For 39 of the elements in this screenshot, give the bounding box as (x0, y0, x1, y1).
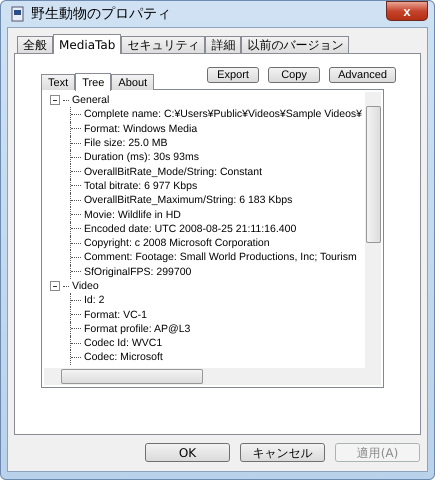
tree-node[interactable]: Video (72, 280, 99, 292)
tree-item[interactable]: Duration (ms): 30s 93ms (84, 151, 199, 164)
tab[interactable]: 詳細 (205, 36, 242, 53)
tree-item[interactable]: Total bitrate: 6 977 Kbps (84, 180, 198, 192)
horizontal-scrollbar[interactable] (44, 368, 365, 385)
tree-item[interactable]: Complete name: C:¥Users¥Public¥Videos¥Sample Videos¥ (84, 108, 362, 120)
tree-item[interactable]: Format profile: AP@L3 (84, 322, 190, 335)
tree-item[interactable]: Format: VC-1 (84, 308, 148, 321)
tab[interactable]: 以前のバージョン (241, 36, 350, 53)
close-button[interactable]: x (386, 1, 428, 21)
tree-item[interactable]: Encoded date: UTC 2008-08-25 21:11:16.400 (84, 222, 296, 235)
tree-item[interactable]: SfOriginalFPS: 299700 (84, 266, 192, 278)
dialog-button[interactable]: OK (145, 443, 230, 462)
collapse-icon[interactable] (50, 95, 60, 106)
tab[interactable]: 全般 (17, 36, 53, 53)
tab[interactable]: セキュリティ (121, 36, 206, 53)
window-title: 野生動物のプロパティ (31, 5, 172, 23)
toolbar-button[interactable]: Advanced (329, 67, 396, 83)
tab[interactable]: About (111, 74, 154, 90)
tree-item[interactable]: Comment: Footage: Small World Productions, Inc; Tourism (84, 251, 357, 264)
tree-item[interactable]: Codec Id: WVC1 (84, 337, 162, 350)
tree-item[interactable]: Codec: Microsoft (84, 351, 163, 364)
tab[interactable]: MediaTab (53, 34, 122, 54)
tree-item[interactable]: Id: 2 (84, 294, 104, 306)
dialog-button[interactable]: キャンセル (240, 443, 325, 462)
toolbar-button[interactable]: Copy (268, 67, 320, 83)
tree-item[interactable]: OverallBitRate_Mode/String: Constant (84, 166, 262, 178)
tree-item[interactable]: File size: 25.0 MB (84, 137, 168, 150)
document-icon (11, 6, 25, 22)
tree-item[interactable]: Copyright: c 2008 Microsoft Corporation (84, 237, 270, 250)
tab[interactable]: Tree (75, 73, 112, 91)
collapse-icon[interactable] (50, 281, 60, 291)
tab[interactable]: Text (41, 74, 76, 90)
toolbar-button[interactable]: Export (207, 67, 260, 83)
vertical-scrollbar[interactable] (365, 92, 381, 368)
tree-item[interactable]: Format: Windows Media (84, 122, 198, 135)
tree-item[interactable]: OverallBitRate_Maximum/String: 6 183 Kbps (84, 194, 292, 206)
tree-node[interactable]: General (72, 94, 110, 106)
tree-item[interactable]: Movie: Wildlife in HD (84, 208, 181, 221)
